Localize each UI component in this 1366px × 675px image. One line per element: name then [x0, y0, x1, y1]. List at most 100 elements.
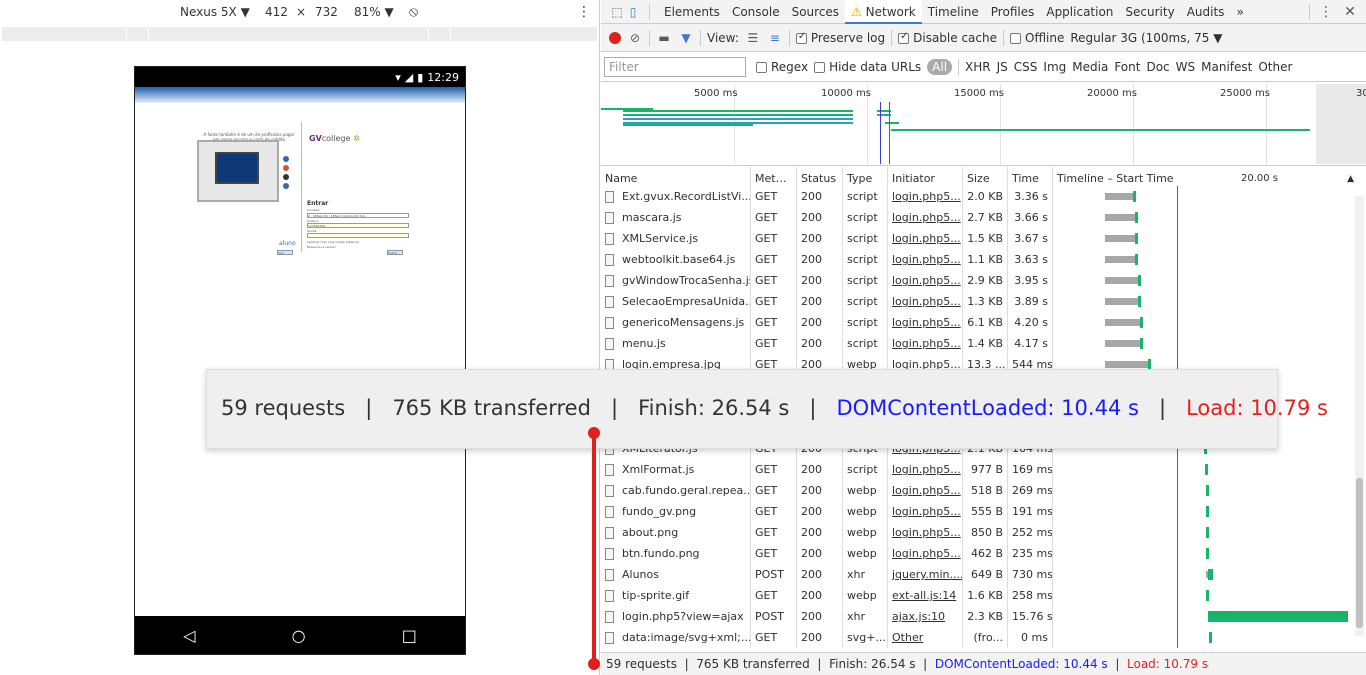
waiting-bar	[1104, 277, 1138, 284]
tab-application[interactable]: Application	[1040, 0, 1119, 24]
tab-console[interactable]: Console	[726, 0, 786, 24]
filter-xhr[interactable]: XHR	[965, 60, 991, 74]
network-request-row[interactable]: genericoMensagens.js GET 200 script login.ph…	[601, 312, 1366, 333]
close-icon[interactable]: ✕	[1342, 4, 1358, 20]
tab-network[interactable]: ⚠ Network	[845, 0, 922, 24]
usuario-input[interactable]: 123456789	[307, 223, 409, 228]
request-timeline-cell	[1053, 291, 1366, 312]
request-initiator[interactable]: ajax.js:10	[888, 606, 963, 627]
hide-data-urls-checkbox[interactable]: Hide data URLs	[814, 60, 921, 74]
request-method: GET	[751, 312, 797, 333]
rotate-icon[interactable]: ⦸	[409, 4, 418, 20]
record-icon[interactable]	[609, 31, 621, 44]
request-initiator[interactable]: login.php5...	[888, 228, 963, 249]
network-request-row[interactable]: about.png GET 200 webp login.php5... 850 B 252…	[601, 522, 1366, 543]
request-initiator[interactable]: login.php5...	[888, 186, 963, 207]
filter-font[interactable]: Font	[1114, 60, 1140, 74]
network-request-row[interactable]: Alunos POST 200 xhr jquery.min.... 649 B 730 m…	[601, 564, 1366, 585]
network-request-row[interactable]: XmlFormat.js GET 200 script login.php5... 977…	[601, 459, 1366, 480]
network-request-row[interactable]: gvWindowTrocaSenha.js GET 200 script login.p…	[601, 270, 1366, 291]
network-overview[interactable]: 5000 ms 10000 ms 15000 ms 20000 ms 25000…	[601, 84, 1366, 166]
zoom-select[interactable]: 81% ▼	[354, 5, 394, 19]
filter-input[interactable]: Filter	[604, 56, 746, 77]
vertical-dots-icon[interactable]: ⋮	[577, 4, 591, 20]
request-initiator[interactable]: login.php5...	[888, 270, 963, 291]
summary-requests: 59 requests	[606, 657, 677, 671]
vertical-dots-icon[interactable]: ⋮	[1318, 4, 1334, 20]
device-select[interactable]: Nexus 5X ▼	[180, 5, 250, 19]
network-request-row[interactable]: XMLService.js GET 200 script login.php5... 1.…	[601, 228, 1366, 249]
regex-checkbox[interactable]: Regex	[756, 60, 808, 74]
request-initiator[interactable]: login.php5...	[888, 501, 963, 522]
request-initiator[interactable]: login.php5...	[888, 207, 963, 228]
preserve-log-checkbox[interactable]: Preserve log	[795, 31, 885, 45]
load-marker	[1177, 228, 1178, 249]
wifi-icon: ▾	[395, 70, 401, 84]
grid-scrollbar[interactable]	[1355, 196, 1364, 636]
clear-icon[interactable]: ⊘	[627, 31, 643, 45]
more-tabs-button[interactable]: »	[1230, 0, 1249, 24]
filter-icon[interactable]: ▼	[678, 31, 694, 45]
request-initiator[interactable]: ext-all.js:14	[888, 585, 963, 606]
filter-img[interactable]: Img	[1043, 60, 1066, 74]
entrar-button[interactable]: Entrar	[387, 250, 403, 255]
network-request-row[interactable]: btn.fundo.png GET 200 webp login.php5... 462 …	[601, 543, 1366, 564]
large-rows-icon[interactable]: ☰	[745, 31, 761, 45]
back-icon[interactable]: ◁	[183, 626, 195, 645]
network-request-row[interactable]: login.php5?view=ajax POST 200 xhr ajax.js:10…	[601, 606, 1366, 627]
recents-icon[interactable]: □	[402, 626, 417, 645]
filter-doc[interactable]: Doc	[1146, 60, 1169, 74]
remember-checkbox[interactable]: Lembrar meu login nesta máquina	[307, 240, 359, 244]
tab-sources[interactable]: Sources	[786, 0, 845, 24]
filter-css[interactable]: CSS	[1014, 60, 1038, 74]
forgot-link[interactable]: Esqueceu a senha?	[307, 245, 336, 249]
offline-checkbox[interactable]: Offline	[1010, 31, 1064, 45]
network-request-row[interactable]: data:image/svg+xml;... GET 200 svg+... Other…	[601, 627, 1366, 648]
filter-media[interactable]: Media	[1072, 60, 1108, 74]
request-initiator[interactable]: login.php5...	[888, 312, 963, 333]
sair-button[interactable]: Sair	[277, 250, 293, 255]
disable-cache-checkbox[interactable]: Disable cache	[898, 31, 997, 45]
home-icon[interactable]: ○	[292, 626, 306, 645]
tab-security[interactable]: Security	[1119, 0, 1180, 24]
request-initiator[interactable]: login.php5...	[888, 291, 963, 312]
inspect-element-icon[interactable]: ⬚	[609, 5, 625, 19]
network-request-row[interactable]: Ext.gvux.RecordListVi... GET 200 script logi…	[601, 186, 1366, 207]
device-height-input[interactable]: 732	[315, 5, 338, 19]
network-request-row[interactable]: tip-sprite.gif GET 200 webp ext-all.js:14 1.6…	[601, 585, 1366, 606]
device-mode-icon[interactable]: ▯	[625, 5, 641, 19]
request-initiator[interactable]: login.php5...	[888, 480, 963, 501]
filter-other[interactable]: Other	[1258, 60, 1292, 74]
receiving-bar	[1139, 317, 1143, 328]
network-request-row[interactable]: webtoolkit.base64.js GET 200 script login.ph…	[601, 249, 1366, 270]
network-request-row[interactable]: mascara.js GET 200 script login.php5... 2.7 K…	[601, 207, 1366, 228]
network-request-row[interactable]: cab.fundo.geral.repea... GET 200 webp login.…	[601, 480, 1366, 501]
filter-all[interactable]: All	[927, 58, 953, 75]
request-initiator[interactable]: login.php5...	[888, 333, 963, 354]
request-type: script	[843, 207, 888, 228]
network-request-row[interactable]: SelecaoEmpresaUnida... GET 200 script login.…	[601, 291, 1366, 312]
request-initiator[interactable]: login.php5...	[888, 459, 963, 480]
camera-icon[interactable]: ▬	[656, 31, 672, 45]
request-initiator[interactable]: login.php5...	[888, 249, 963, 270]
media-query-ruler[interactable]	[2, 27, 598, 41]
overview-icon[interactable]: ≡	[767, 31, 783, 45]
unidade-select[interactable]: 0 - SENAC RS | SENAC CAXIAS DO SUL	[307, 213, 409, 218]
network-request-row[interactable]: fundo_gv.png GET 200 webp login.php5... 555 B…	[601, 501, 1366, 522]
network-request-row[interactable]: menu.js GET 200 script login.php5... 1.4 KB 4.…	[601, 333, 1366, 354]
senha-input[interactable]	[307, 233, 409, 238]
request-status: 200	[797, 249, 843, 270]
tab-elements[interactable]: Elements	[658, 0, 726, 24]
device-width-input[interactable]: 412	[265, 5, 288, 19]
request-initiator[interactable]: login.php5...	[888, 522, 963, 543]
tab-audits[interactable]: Audits	[1181, 0, 1231, 24]
tab-timeline[interactable]: Timeline	[922, 0, 985, 24]
filter-js[interactable]: JS	[997, 60, 1008, 74]
tab-profiles[interactable]: Profiles	[985, 0, 1041, 24]
throttle-select[interactable]: Regular 3G (100ms, 75 ▼	[1070, 31, 1222, 45]
filter-ws[interactable]: WS	[1176, 60, 1195, 74]
request-initiator[interactable]: login.php5...	[888, 543, 963, 564]
request-initiator[interactable]: jquery.min....	[888, 564, 963, 585]
request-initiator[interactable]: Other	[888, 627, 963, 648]
filter-manifest[interactable]: Manifest	[1201, 60, 1252, 74]
